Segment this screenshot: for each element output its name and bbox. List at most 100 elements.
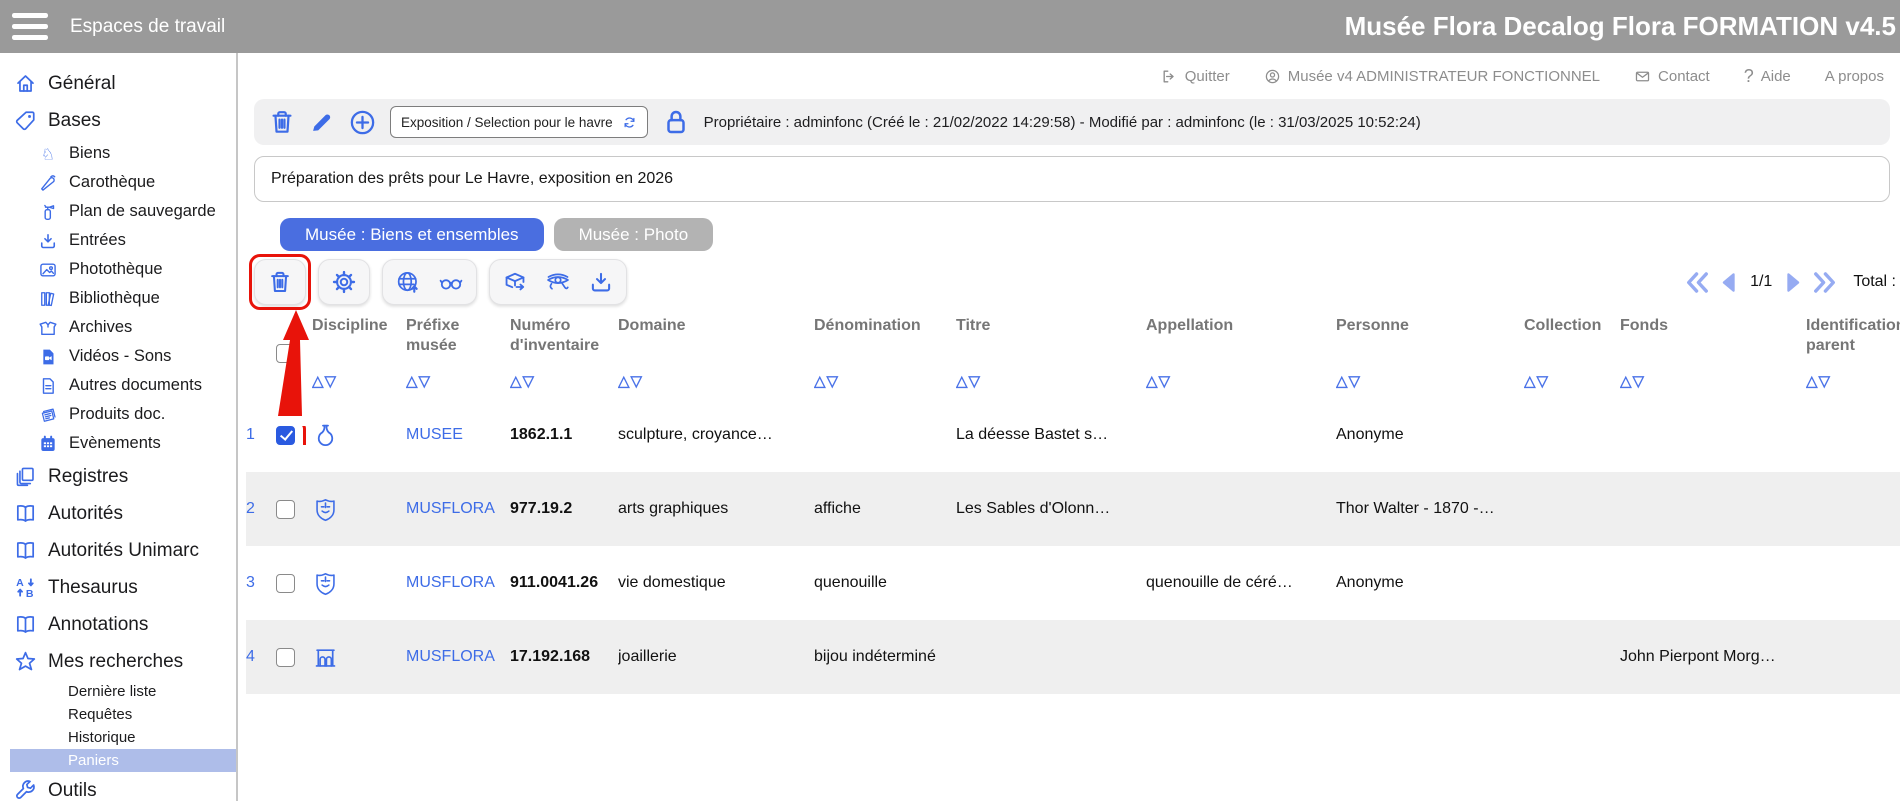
row-number-cell: 1 [246,426,276,444]
apropos-link[interactable]: A propos [1825,68,1884,85]
next-page-icon[interactable] [1779,269,1806,296]
sort-icons[interactable]: △▽ [814,373,950,392]
last-page-icon[interactable] [1811,269,1838,296]
sort-icons[interactable]: △▽ [1524,373,1614,392]
denomination-cell: bijou indéterminé [814,648,956,666]
settings-button[interactable] [318,259,370,305]
sidebar-item[interactable]: Registres [10,458,236,495]
sidebar-item[interactable]: Autorités [10,495,236,532]
table-row[interactable]: 1 MUSEE 1862.1.1 sculpture, croyance… La… [246,398,1900,472]
sort-icons[interactable]: △▽ [510,373,612,392]
contact-link[interactable]: Contact [1634,68,1710,85]
sidebar-item[interactable]: Autres documents [10,371,236,400]
download-icon[interactable] [588,269,614,295]
quitter-link[interactable]: Quitter [1161,68,1230,85]
sidebar-item[interactable]: Autorités Unimarc [10,532,236,569]
prefixe-link[interactable]: MUSFLORA [406,648,495,666]
wrench-icon [14,779,37,801]
row-checkbox[interactable] [276,426,295,445]
row-checkbox[interactable] [276,574,295,593]
first-page-icon[interactable] [1684,269,1711,296]
add-basket-icon[interactable] [348,108,377,137]
sort-icons[interactable]: △▽ [956,373,1140,392]
core-sample-icon [38,173,58,193]
content-area: Quitter Musée v4 ADMINISTRATEUR FONCTION… [238,53,1900,801]
lock-icon[interactable] [661,107,691,137]
sidebar-item[interactable]: Plan de sauvegarde [10,197,236,226]
sort-icons[interactable]: △▽ [1806,373,1894,392]
titre-cell: Les Sables d'Olonn… [956,500,1146,518]
sidebar-item[interactable]: Historique [10,726,236,749]
prefixe-link[interactable]: MUSFLORA [406,574,495,592]
glasses-icon[interactable] [438,269,464,295]
sidebar-item[interactable]: Requêtes [10,703,236,726]
eye-of-horus-icon[interactable] [545,269,571,295]
utility-bar: Quitter Musée v4 ADMINISTRATEUR FONCTION… [238,53,1900,99]
pagination: 1/1 Total : [1684,269,1896,296]
row-number-link[interactable]: 4 [246,648,255,666]
basket-selector[interactable]: Exposition / Selection pour le havre [390,106,648,138]
table-row[interactable]: 2 MUSFLORA 977.19.2 arts graphiques affi… [246,472,1900,546]
row-number-cell: 4 [246,648,276,666]
sidebar-item[interactable]: Entrées [10,226,236,255]
sidebar-item[interactable]: Vidéos - Sons [10,342,236,371]
sidebar-item[interactable]: Produits doc. [10,400,236,429]
prefixe-link[interactable]: MUSEE [406,426,463,444]
refresh-icon[interactable] [622,115,637,130]
sidebar-item[interactable]: Biens [10,139,236,168]
sidebar-item[interactable]: Dernière liste [10,680,236,703]
sidebar-item[interactable]: Photothèque [10,255,236,284]
tab[interactable]: Musée : Biens et ensembles [280,218,544,251]
aide-link[interactable]: ? Aide [1744,66,1791,87]
sort-icons[interactable]: △▽ [312,373,400,392]
user-menu[interactable]: Musée v4 ADMINISTRATEUR FONCTIONNEL [1264,68,1600,85]
sidebar-item[interactable]: Outils [10,772,236,801]
sidebar-item[interactable]: Archives [10,313,236,342]
sidebar-item[interactable]: Annotations [10,606,236,643]
edit-basket-icon[interactable] [309,109,335,135]
sidebar-item[interactable]: Bibliothèque [10,284,236,313]
previous-page-icon[interactable] [1716,269,1743,296]
arch-icon [312,644,339,671]
sidebar-item[interactable]: Bases [10,102,236,139]
table-row[interactable]: 4 MUSFLORA 17.192.168 joaillerie bijou i… [246,620,1900,694]
calendar-icon [38,434,58,454]
hamburger-menu-icon[interactable] [12,13,48,40]
sidebar-item[interactable]: Carothèque [10,168,236,197]
row-checkbox[interactable] [276,648,295,667]
sort-icons[interactable]: △▽ [1620,373,1800,392]
row-checkbox[interactable] [276,500,295,519]
denomination-cell: quenouille [814,574,956,592]
column-header-identification-parent: Identification parent△▽ [1806,314,1900,398]
sort-icons[interactable]: △▽ [1336,373,1518,392]
sidebar-item[interactable]: Paniers [10,749,236,772]
domaine-cell: arts graphiques [618,500,814,518]
paper-stack-icon [38,405,58,425]
delete-selected-button[interactable] [254,259,306,305]
prefixe-link[interactable]: MUSFLORA [406,500,495,518]
delete-basket-icon[interactable] [268,108,296,136]
sort-icons[interactable]: △▽ [406,373,504,392]
box-export-icon[interactable] [502,269,528,295]
picture-icon [38,260,58,280]
page-indicator: 1/1 [1750,273,1772,291]
sidebar-item-label: Evènements [69,434,161,453]
select-all-checkbox[interactable] [276,344,295,363]
sidebar-item[interactable]: Evènements [10,429,236,458]
sidebar-item[interactable]: Thesaurus [10,569,236,606]
sidebar-item[interactable]: Général [10,65,236,102]
sidebar-item-label: Carothèque [69,173,155,192]
globe-export-icon[interactable] [395,269,421,295]
row-number-link[interactable]: 3 [246,574,255,592]
tab[interactable]: Musée : Photo [554,218,714,251]
basket-description-field[interactable]: Préparation des prêts pour Le Havre, exp… [254,156,1890,202]
row-number-link[interactable]: 1 [246,426,255,444]
column-header-discipline: Discipline△▽ [312,314,406,398]
sidebar-item[interactable]: Mes recherches [10,643,236,680]
workspace-label[interactable]: Espaces de travail [70,16,225,38]
domaine-cell: joaillerie [618,648,814,666]
sort-icons[interactable]: △▽ [1146,373,1330,392]
table-row[interactable]: 3 MUSFLORA 911.0041.26 vie domestique qu… [246,546,1900,620]
sort-icons[interactable]: △▽ [618,373,808,392]
row-number-link[interactable]: 2 [246,500,255,518]
